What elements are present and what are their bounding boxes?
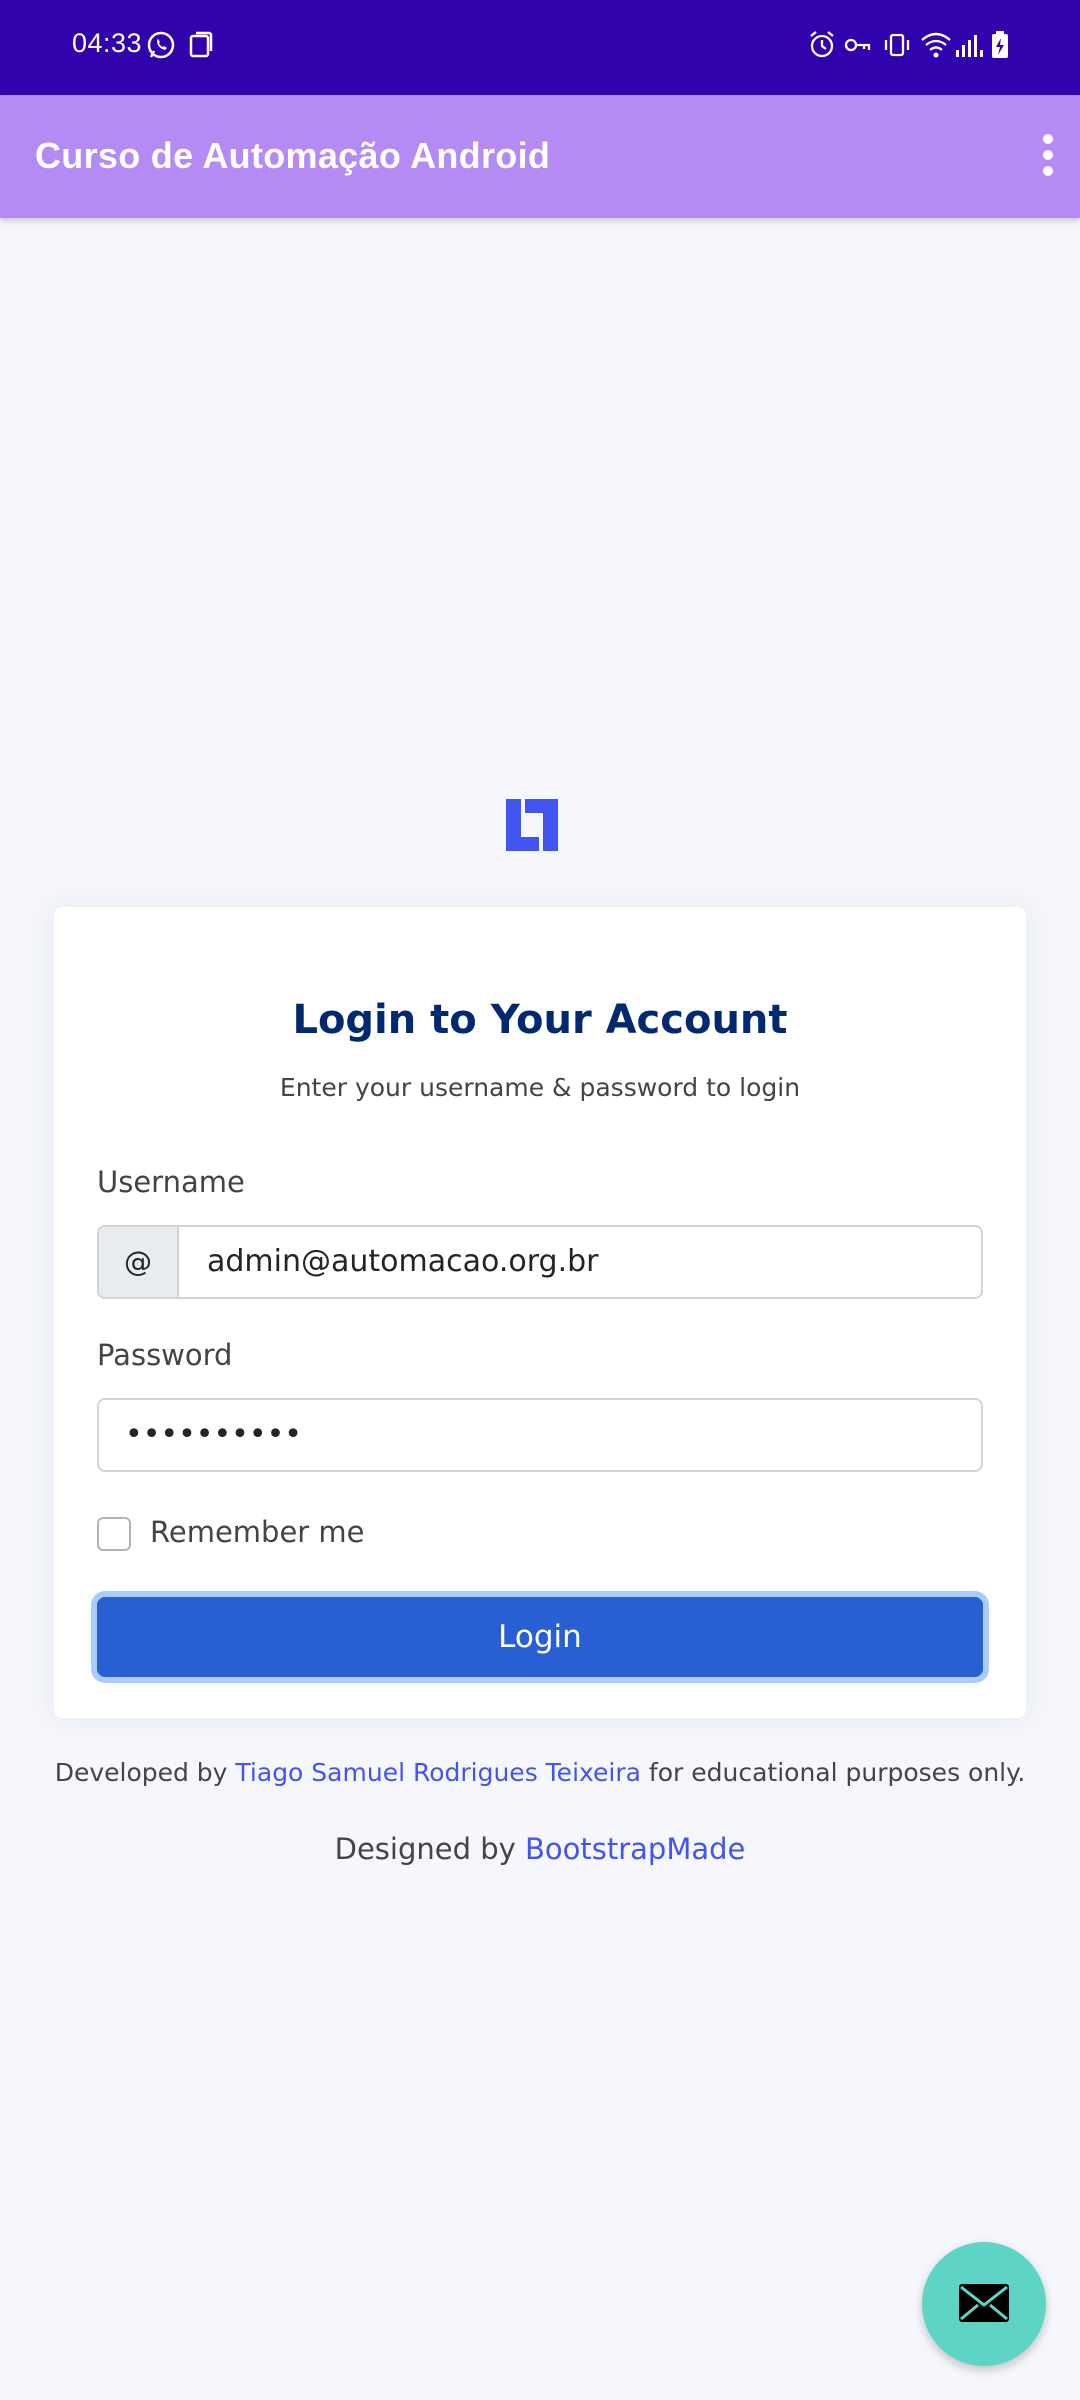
alarm-icon bbox=[808, 30, 836, 64]
login-card: Login to Your Account Enter your usernam… bbox=[54, 907, 1026, 1718]
developed-by-credit: Developed by Tiago Samuel Rodrigues Teix… bbox=[0, 1758, 1080, 1787]
designer-link[interactable]: BootstrapMade bbox=[525, 1832, 745, 1866]
username-field[interactable]: @ admin@automacao.org.br bbox=[97, 1225, 983, 1299]
username-label: Username bbox=[97, 1165, 245, 1199]
more-vert-icon[interactable] bbox=[1038, 131, 1058, 181]
developed-suffix: for educational purposes only. bbox=[648, 1758, 1026, 1787]
password-label: Password bbox=[97, 1338, 233, 1372]
developed-prefix: Developed by bbox=[54, 1758, 228, 1787]
vpn-key-icon bbox=[842, 30, 872, 64]
card-subtitle: Enter your username & password to login bbox=[279, 1073, 801, 1102]
wifi-icon bbox=[920, 30, 952, 64]
username-input[interactable]: admin@automacao.org.br bbox=[207, 1227, 598, 1297]
password-input[interactable]: •••••••••• bbox=[125, 1400, 302, 1470]
app-title: Curso de Automação Android bbox=[35, 135, 551, 176]
vibrate-icon bbox=[882, 30, 912, 64]
password-field[interactable]: •••••••••• bbox=[97, 1398, 983, 1472]
mail-icon bbox=[959, 2284, 1009, 2322]
whatsapp-icon bbox=[146, 30, 176, 64]
card-title: Login to Your Account bbox=[292, 997, 788, 1043]
mail-fab-button[interactable] bbox=[922, 2242, 1046, 2366]
signal-icon bbox=[954, 30, 984, 64]
status-time: 04:33 bbox=[72, 28, 143, 58]
screenshot-icon bbox=[188, 30, 214, 64]
designed-prefix: Designed by bbox=[334, 1832, 516, 1866]
login-button[interactable]: Login bbox=[97, 1597, 983, 1677]
developer-link[interactable]: Tiago Samuel Rodrigues Teixeira bbox=[235, 1758, 641, 1787]
remember-me-label[interactable]: Remember me bbox=[150, 1515, 365, 1549]
remember-me-checkbox[interactable] bbox=[97, 1517, 131, 1551]
designed-by-credit: Designed by BootstrapMade bbox=[0, 1832, 1080, 1866]
brand-logo-icon bbox=[503, 796, 561, 854]
battery-charging-icon bbox=[990, 30, 1010, 64]
at-sign-addon: @ bbox=[99, 1227, 179, 1297]
status-bar: 04:33 bbox=[0, 0, 1080, 95]
app-bar: Curso de Automação Android bbox=[0, 95, 1080, 218]
